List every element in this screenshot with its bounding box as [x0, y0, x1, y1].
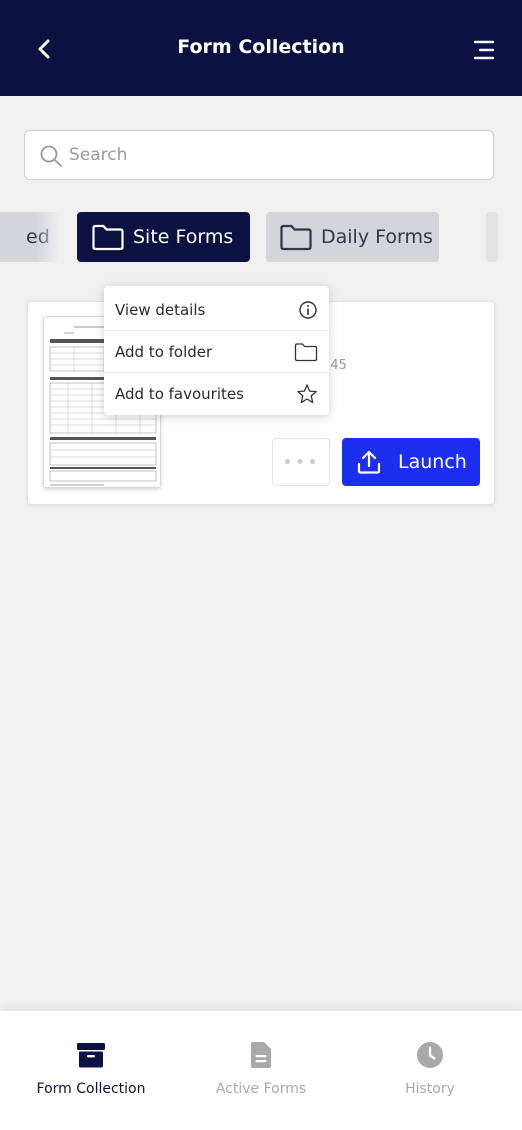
launch-button[interactable]: Launch: [342, 438, 480, 486]
nav-item-label: Form Collection: [36, 1081, 146, 1097]
star-icon: [297, 384, 317, 404]
nav-item-form-collection[interactable]: Form Collection: [4, 1011, 178, 1130]
app-header: Form Collection: [0, 0, 522, 96]
menu-item-label: View details: [115, 300, 206, 319]
upload-icon: [357, 450, 381, 474]
folder-icon: [92, 224, 124, 251]
search-box: [24, 130, 494, 180]
menu-item-label: Add to favourites: [115, 385, 244, 403]
nav-item-history[interactable]: History: [343, 1011, 517, 1130]
folder-chip-label: Site Forms: [133, 226, 234, 248]
nav-item-active-forms[interactable]: Active Forms: [174, 1011, 348, 1130]
menu-item-label: Add to folder: [115, 343, 213, 361]
launch-button-label: Launch: [398, 451, 467, 473]
menu-item-add-to-favourites[interactable]: Add to favourites: [104, 372, 329, 415]
bottom-navigation: Form Collection Active Forms History: [0, 1011, 522, 1130]
info-icon: [299, 300, 317, 319]
folder-chip-partial[interactable]: ed: [0, 212, 60, 262]
folder-chip-label: Daily Forms: [321, 226, 433, 248]
menu-lines-icon: [473, 40, 495, 60]
folder-chip-daily-forms[interactable]: Daily Forms: [266, 212, 439, 262]
nav-item-label: Active Forms: [215, 1081, 307, 1097]
folder-chip-label: ed: [26, 226, 50, 248]
search-icon: [40, 145, 62, 167]
folder-icon: [280, 224, 312, 251]
archive-box-icon: [77, 1043, 105, 1068]
clock-icon: [417, 1042, 443, 1068]
folder-chip-site-forms[interactable]: Site Forms: [77, 212, 250, 262]
search-input[interactable]: [69, 131, 479, 179]
menu-item-add-to-folder[interactable]: Add to folder: [104, 330, 329, 373]
form-timestamp: :45: [326, 358, 347, 373]
more-options-button[interactable]: •••: [272, 438, 330, 486]
folder-chip-offscreen[interactable]: [486, 212, 498, 262]
folder-icon: [294, 343, 318, 362]
nav-item-label: History: [405, 1081, 455, 1097]
menu-button[interactable]: [468, 34, 500, 66]
folder-chips: ed Site Forms Daily Forms: [0, 212, 522, 262]
page-title: Form Collection: [177, 36, 345, 58]
context-menu: View details Add to folder Add to favour…: [104, 286, 329, 415]
document-icon: [251, 1042, 271, 1068]
menu-item-view-details[interactable]: View details: [104, 288, 329, 331]
